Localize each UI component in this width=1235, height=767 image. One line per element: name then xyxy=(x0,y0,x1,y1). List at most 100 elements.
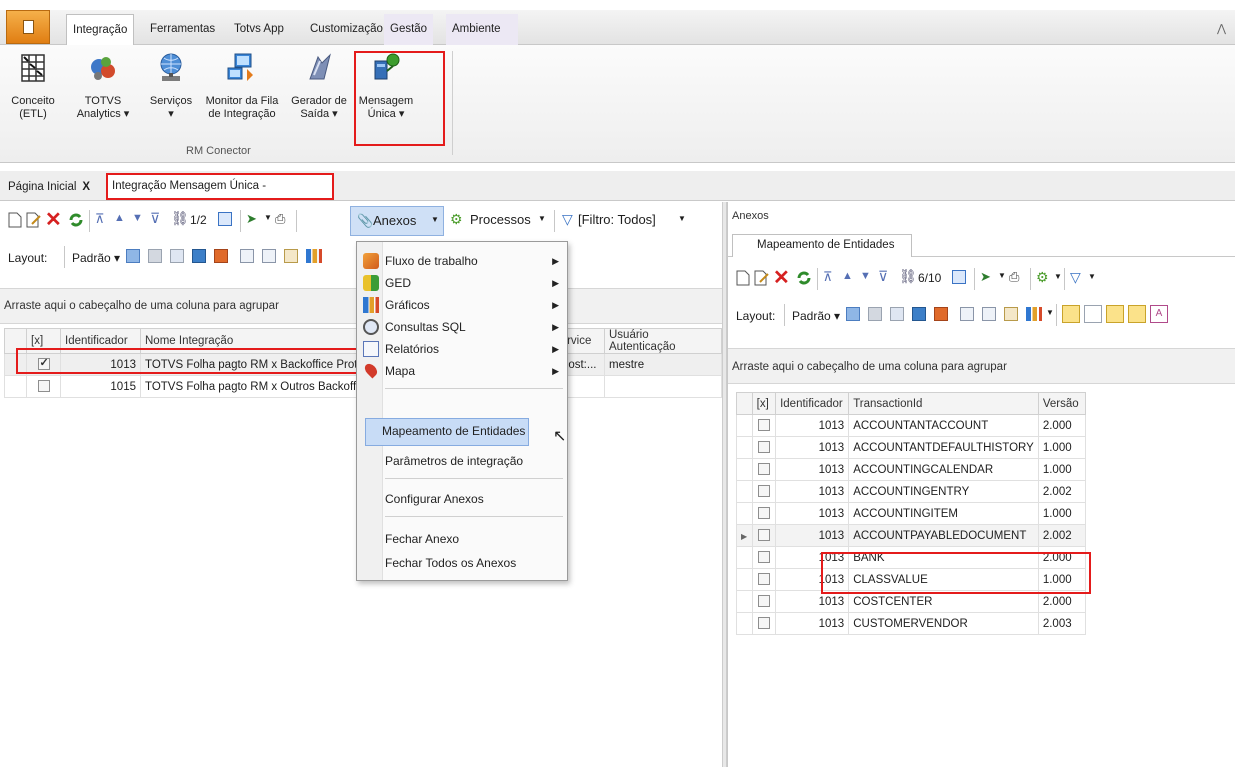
list-icon[interactable] xyxy=(240,249,254,263)
last-record-icon[interactable]: ⊽ xyxy=(878,268,888,285)
row-checkbox[interactable] xyxy=(751,524,777,547)
first-record-icon[interactable]: ⊼ xyxy=(95,211,105,227)
close-icon[interactable]: X xyxy=(82,181,90,193)
view-mode-icon[interactable] xyxy=(1062,305,1080,323)
row-checkbox[interactable] xyxy=(751,502,777,525)
processos-button[interactable]: ⚙ Processos ▼ xyxy=(448,206,548,236)
row-checkbox[interactable] xyxy=(26,375,61,398)
layout-option-icon[interactable] xyxy=(148,249,162,263)
gerador-saida-button[interactable]: Gerador de Saída ▾ xyxy=(290,51,348,121)
layout-select[interactable]: Padrão ▾ xyxy=(792,309,840,323)
binoculars-icon[interactable]: ⛓ xyxy=(899,268,917,285)
checkbox-unchecked[interactable] xyxy=(757,419,770,432)
last-record-icon[interactable]: ⊽ xyxy=(150,210,160,227)
edit-grid-icon[interactable] xyxy=(284,249,298,263)
row-checkbox[interactable] xyxy=(751,612,777,635)
layout-select[interactable]: Padrão ▾ xyxy=(72,251,120,265)
menu-item-parametros-integracao[interactable]: Parâmetros de integração xyxy=(357,450,567,472)
delete-icon[interactable]: ✕ xyxy=(773,265,790,290)
checkbox-unchecked[interactable] xyxy=(757,573,770,586)
new-document-icon[interactable] xyxy=(8,212,22,228)
checkbox-unchecked[interactable] xyxy=(757,617,770,630)
menu-item-configurar-anexos[interactable]: Configurar Anexos xyxy=(357,488,567,510)
row-checkbox[interactable] xyxy=(751,590,777,613)
filter-icon[interactable]: ▽ xyxy=(1070,269,1081,286)
gears-icon[interactable]: ⚙ xyxy=(1036,269,1049,286)
refresh-icon[interactable] xyxy=(68,211,84,229)
chevron-down-icon[interactable]: ▼ xyxy=(1046,308,1054,317)
view-mode-icon[interactable] xyxy=(1106,305,1124,323)
totvs-analytics-button[interactable]: TOTVS Analytics ▾ xyxy=(70,51,136,121)
checkbox-unchecked[interactable] xyxy=(37,380,50,393)
print-icon[interactable]: ⎙ xyxy=(1009,269,1019,285)
monitor-fila-button[interactable]: Monitor da Fila de Integração xyxy=(202,51,282,121)
next-record-icon[interactable]: ▼ xyxy=(132,212,143,224)
new-document-icon[interactable] xyxy=(736,270,750,286)
tab-pagina-inicial[interactable]: Página Inicial X xyxy=(4,176,94,200)
chart-icon[interactable] xyxy=(306,249,322,263)
table-row[interactable]: 1013 ACCOUNTINGENTRY 2.002 xyxy=(736,480,1087,503)
export-icon[interactable]: ➤ xyxy=(980,269,991,285)
edit-document-icon[interactable] xyxy=(754,270,770,286)
tab-integracao-mensagem-unica[interactable]: Integração Mensagem Única - 03.9.0507X xyxy=(106,173,334,214)
checkbox-unchecked[interactable] xyxy=(757,507,770,520)
menu-item-fechar-todos-anexos[interactable]: Fechar Todos os Anexos xyxy=(357,552,567,574)
servicos-button[interactable]: Serviços ▾ xyxy=(146,51,196,121)
filtro-button[interactable]: ▽ [Filtro: Todos] ▼ xyxy=(560,206,688,236)
row-checkbox[interactable] xyxy=(751,458,777,481)
font-icon[interactable]: A xyxy=(1150,305,1168,323)
table-row[interactable]: ▶ 1013 ACCOUNTPAYABLEDOCUMENT 2.002 xyxy=(736,524,1087,547)
sum-icon[interactable] xyxy=(262,249,276,263)
next-record-icon[interactable]: ▼ xyxy=(860,270,871,282)
menu-item-ged[interactable]: GED ▶ xyxy=(357,272,567,294)
tab-mapeamento-entidades[interactable]: Mapeamento de Entidades xyxy=(732,234,912,257)
chart-icon[interactable] xyxy=(1026,307,1042,321)
sum-icon[interactable] xyxy=(982,307,996,321)
row-checkbox[interactable] xyxy=(751,480,777,503)
column-header-identificador[interactable]: Identificador xyxy=(775,392,850,415)
ribbon-collapse-icon[interactable]: ⋀ xyxy=(1217,22,1227,35)
checkbox-unchecked[interactable] xyxy=(757,463,770,476)
edit-document-icon[interactable] xyxy=(26,212,42,228)
first-record-icon[interactable]: ⊼ xyxy=(823,269,833,285)
view-mode-icon[interactable] xyxy=(1128,305,1146,323)
chevron-down-icon[interactable]: ▼ xyxy=(998,271,1006,280)
checkbox-unchecked[interactable] xyxy=(757,551,770,564)
list-icon[interactable] xyxy=(960,307,974,321)
table-row[interactable]: 1013 ACCOUNTANTDEFAULTHISTORY 1.000 xyxy=(736,436,1087,459)
menu-item-consultas-sql[interactable]: Consultas SQL ▶ xyxy=(357,316,567,338)
row-checkbox[interactable] xyxy=(751,568,777,591)
save-layout-icon[interactable] xyxy=(846,307,860,321)
table-icon[interactable] xyxy=(170,249,184,263)
import-icon[interactable] xyxy=(192,249,206,263)
menu-item-mapa[interactable]: Mapa ▶ xyxy=(357,360,567,382)
checkbox-unchecked[interactable] xyxy=(757,595,770,608)
chevron-down-icon[interactable]: ▼ xyxy=(1054,272,1062,281)
menu-item-fluxo-trabalho[interactable]: Fluxo de trabalho ▶ xyxy=(357,250,567,272)
export-icon[interactable]: ➤ xyxy=(246,211,257,227)
import-icon[interactable] xyxy=(912,307,926,321)
application-menu-button[interactable] xyxy=(6,10,50,44)
anexos-button[interactable]: 📎 Anexos ▼ xyxy=(350,206,444,236)
previous-record-icon[interactable]: ▲ xyxy=(114,212,125,224)
previous-record-icon[interactable]: ▲ xyxy=(842,270,853,282)
binoculars-icon[interactable]: ⛓ xyxy=(171,210,189,227)
row-checkbox[interactable] xyxy=(751,436,777,459)
chevron-down-icon[interactable]: ▼ xyxy=(1088,272,1096,281)
menu-item-relatorios[interactable]: Relatórios ▶ xyxy=(357,338,567,360)
upload-icon[interactable] xyxy=(934,307,948,321)
table-row[interactable]: 1013 CUSTOMERVENDOR 2.003 xyxy=(736,612,1087,635)
table-row[interactable]: 1013 ACCOUNTINGCALENDAR 1.000 xyxy=(736,458,1087,481)
ribbon-tab-gestao[interactable]: Gestão xyxy=(384,14,434,45)
ribbon-tab-customizacao[interactable]: Customização xyxy=(304,14,389,45)
column-header-usuario[interactable]: Usuário Autenticação xyxy=(604,328,722,354)
ribbon-tab-ferramentas[interactable]: Ferramentas xyxy=(144,14,221,45)
delete-icon[interactable]: ✕ xyxy=(45,207,62,232)
save-layout-icon[interactable] xyxy=(126,249,140,263)
upload-icon[interactable] xyxy=(214,249,228,263)
ribbon-tab-integracao[interactable]: Integração xyxy=(66,14,135,45)
refresh-icon[interactable] xyxy=(796,269,812,287)
edit-grid-icon[interactable] xyxy=(1004,307,1018,321)
menu-item-graficos[interactable]: Gráficos ▶ xyxy=(357,294,567,316)
checkbox-unchecked[interactable] xyxy=(757,441,770,454)
